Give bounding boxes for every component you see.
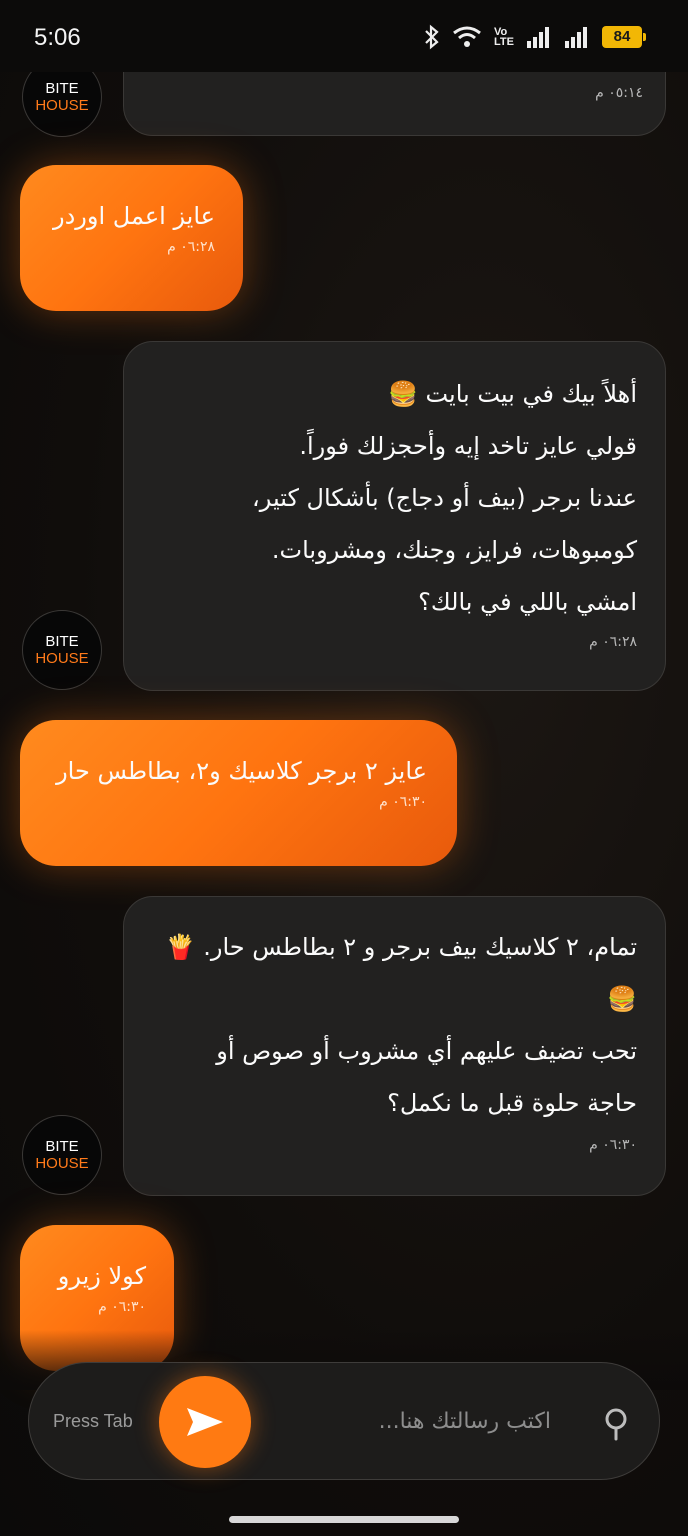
message-time: ٠٦:٣٠ م [589, 1137, 637, 1153]
message-text: كولا زيرو [57, 1262, 146, 1290]
home-indicator[interactable] [229, 1516, 459, 1523]
volte-label: Vo LTE [494, 27, 514, 48]
avatar-line-1: BITE [45, 80, 79, 97]
message-text: عايز اعمل اوردر [53, 202, 215, 230]
signal-icon [565, 27, 587, 48]
avatar-line-2: HOUSE [35, 97, 89, 114]
message-time: ٠٦:٣٠ م [379, 794, 427, 810]
message-line: قولي عايز تاخد إيه وأحجزلك فوراً. [299, 432, 637, 460]
avatar-line-1: BITE [45, 633, 79, 650]
message-line: تحب تضيف عليهم أي مشروب أو صوص أو [216, 1037, 637, 1065]
signal-icon [527, 27, 549, 48]
status-icons: Vo LTE 84 [424, 24, 646, 50]
message-line: حاجة حلوة قبل ما نكمل؟ [387, 1089, 637, 1117]
volte-label-bottom: LTE [494, 36, 514, 48]
message-line: 🍔 [607, 985, 637, 1013]
message-line: عندنا برجر (بيف أو دجاج) بأشكال كتير، [251, 484, 637, 512]
message-input[interactable] [339, 1403, 551, 1439]
message-time: ٠٦:٢٨ م [589, 634, 637, 650]
battery-indicator: 84 [602, 26, 646, 48]
message-time: ٠٦:٢٨ م [167, 239, 215, 255]
message-line: أهلاً بيك في بيت بايت 🍔 [387, 380, 637, 408]
message-text: عايز ٢ برجر كلاسيك و٢، بطاطس حار [56, 757, 427, 785]
bot-avatar: BITE HOUSE [22, 1115, 102, 1195]
bluetooth-icon [425, 24, 439, 50]
message-line: كومبوهات، فرايز، وجنك، ومشروبات. [271, 536, 637, 564]
wifi-icon [453, 26, 481, 47]
bot-message: أهلاً بيك في بيت بايت 🍔 قولي عايز تاخد إ… [123, 341, 666, 691]
message-line: امشي باللي في بالك؟ [418, 588, 637, 616]
press-tab-hint: Press Tab [53, 1411, 133, 1431]
status-bar: 5:06 Vo LTE 84 [0, 0, 688, 72]
bot-avatar: BITE HOUSE [22, 610, 102, 690]
send-button[interactable] [159, 1376, 251, 1468]
status-time: 5:06 [34, 24, 81, 51]
avatar-line-2: HOUSE [35, 1155, 89, 1172]
avatar-line-1: BITE [45, 1138, 79, 1155]
send-icon [187, 1408, 223, 1436]
avatar-line-2: HOUSE [35, 650, 89, 667]
message-composer: Press Tab [28, 1362, 660, 1480]
location-pin-icon[interactable] [603, 1407, 629, 1441]
message-line: تمام، ٢ كلاسيك بيف برجر و ٢ بطاطس حار. 🍟 [165, 933, 637, 961]
user-message: عايز ٢ برجر كلاسيك و٢، بطاطس حار ٠٦:٣٠ م [20, 720, 457, 866]
bot-message: تمام، ٢ كلاسيك بيف برجر و ٢ بطاطس حار. 🍟… [123, 896, 666, 1196]
message-time: ٠٦:٣٠ م [98, 1299, 146, 1315]
user-message: عايز اعمل اوردر ٠٦:٢٨ م [20, 165, 243, 311]
message-time: ٠٥:١٤ م [595, 85, 643, 101]
